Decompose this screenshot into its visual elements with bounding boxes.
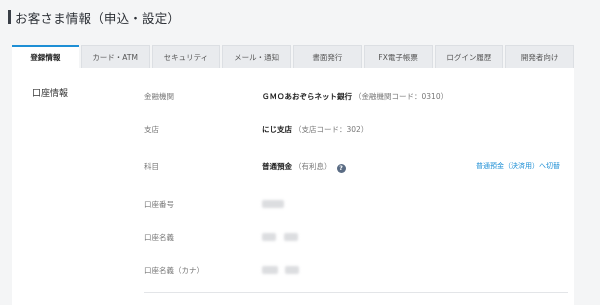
row-account-name: 口座名義 <box>144 232 568 246</box>
masked-text <box>262 233 276 241</box>
tab-card-atm[interactable]: カード・ATM <box>80 45 150 68</box>
section-label-account-info: 口座情報 <box>32 89 69 99</box>
row-account-number: 口座番号 <box>144 199 568 213</box>
account-name-kana-label: 口座名義（カナ） <box>144 266 204 275</box>
masked-text <box>285 266 300 274</box>
tab-document-issuance[interactable]: 書面発行 <box>293 45 362 68</box>
bank-value: ＧＭＯあおぞらネット銀行 （金融機関コード：0310） <box>262 91 448 102</box>
branch-label: 支店 <box>144 125 159 134</box>
settings-tabs: 登録情報 カード・ATM セキュリティ メール・通知 書面発行 FX電子帳票 ロ… <box>12 45 574 68</box>
tab-developers[interactable]: 開発者向け <box>505 45 574 68</box>
tab-registration-info[interactable]: 登録情報 <box>12 45 79 68</box>
tab-security[interactable]: セキュリティ <box>151 45 221 68</box>
tab-mail-notification[interactable]: メール・通知 <box>222 45 291 68</box>
bank-name: ＧＭＯあおぞらネット銀行 <box>262 92 352 101</box>
tab-login-history[interactable]: ログイン履歴 <box>434 45 504 68</box>
row-branch: 支店 にじ支店 （支店コード：302） <box>144 124 568 138</box>
masked-text <box>284 233 299 241</box>
bank-label: 金融機関 <box>144 92 174 101</box>
subject-note: （有利息） <box>294 162 332 171</box>
subject-value: 普通預金 （有利息）? <box>262 161 346 173</box>
row-subject: 科目 普通預金 （有利息）? 普通預金（決済用）へ切替 <box>144 161 568 175</box>
account-number-label: 口座番号 <box>144 200 174 209</box>
page-title: お客さま情報（申込・設定） <box>15 11 181 26</box>
masked-text <box>262 266 278 274</box>
registration-info-panel: 口座情報 金融機関 ＧＭＯあおぞらネット銀行 （金融機関コード：0310） 支店 … <box>12 68 574 305</box>
account-name-label: 口座名義 <box>144 233 174 242</box>
title-accent-bar <box>8 10 11 24</box>
masked-text <box>262 200 284 208</box>
account-name-masked <box>262 232 299 241</box>
account-number-masked <box>262 199 284 208</box>
page-header: お客さま情報（申込・設定） <box>0 0 600 36</box>
row-bank: 金融機関 ＧＭＯあおぞらネット銀行 （金融機関コード：0310） <box>144 91 568 105</box>
divider <box>144 292 568 293</box>
bank-code: （金融機関コード：0310） <box>354 92 449 101</box>
branch-code: （支店コード：302） <box>294 125 369 134</box>
row-account-name-kana: 口座名義（カナ） <box>144 265 568 279</box>
question-circle-icon[interactable]: ? <box>336 164 346 173</box>
subject-name: 普通預金 <box>262 162 292 171</box>
subject-label: 科目 <box>144 162 159 171</box>
account-name-kana-masked <box>262 265 300 274</box>
branch-name: にじ支店 <box>262 125 292 134</box>
tab-fx-statements[interactable]: FX電子帳票 <box>363 45 433 68</box>
branch-value: にじ支店 （支店コード：302） <box>262 124 368 135</box>
switch-to-settlement-link[interactable]: 普通預金（決済用）へ切替 <box>476 161 560 171</box>
